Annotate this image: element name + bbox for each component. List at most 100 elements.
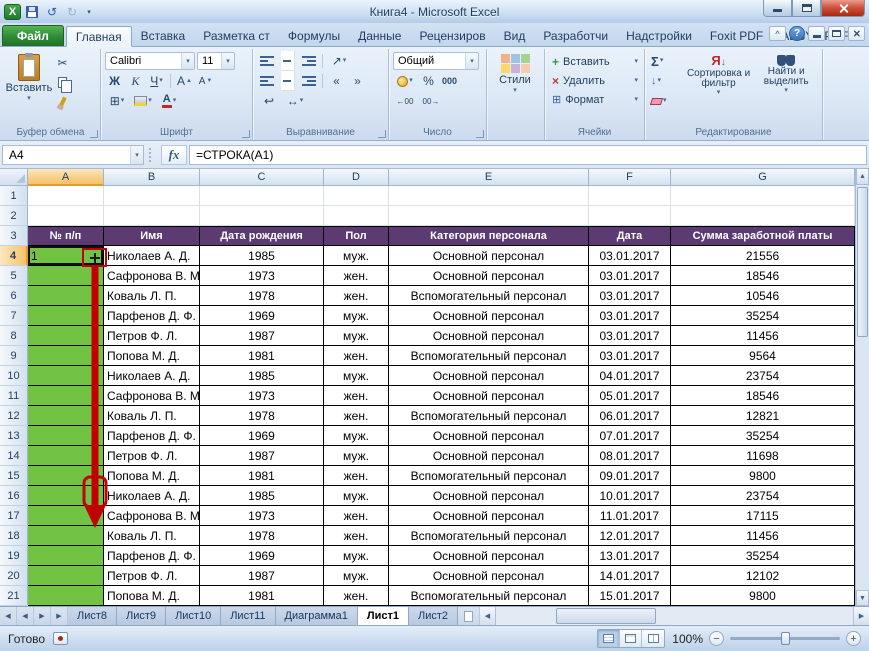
cell-A14[interactable] [28,446,104,466]
cell-C14[interactable]: 1987 [200,446,324,466]
cell-B17[interactable]: Сафронова В. М. [104,506,200,526]
cell-C9[interactable]: 1981 [200,346,324,366]
save-button[interactable] [23,3,41,21]
cell-A4[interactable]: 1 [28,246,104,266]
sheet-tab[interactable]: Лист1 [357,607,409,625]
align-top-button[interactable] [257,52,276,70]
cell-C7[interactable]: 1969 [200,306,324,326]
bold-button[interactable]: Ж [105,72,124,90]
cell-D19[interactable]: муж. [324,546,389,566]
cell-C4[interactable]: 1985 [200,246,324,266]
cell-A6[interactable] [28,286,104,306]
cell-A1[interactable] [28,186,104,206]
cell-E3[interactable]: Категория персонала [389,226,589,246]
zoom-level[interactable]: 100% [671,632,703,646]
workbook-close-button[interactable] [848,26,865,41]
macro-record-button[interactable] [53,632,69,645]
cell-F4[interactable]: 03.01.2017 [589,246,671,266]
cell-F10[interactable]: 04.01.2017 [589,366,671,386]
cell-A9[interactable] [28,346,104,366]
cell-B1[interactable] [104,186,200,206]
column-header-B[interactable]: B [104,169,200,186]
sheet-tab[interactable]: Лист2 [408,607,458,625]
row-header-12[interactable]: 12 [0,406,28,426]
cell-G1[interactable] [671,186,855,206]
cell-C2[interactable] [200,206,324,226]
sheet-tab[interactable]: Лист9 [117,607,167,625]
cell-C16[interactable]: 1985 [200,486,324,506]
collapse-ribbon-button[interactable]: ^ [769,26,786,41]
row-header-4[interactable]: 4 [0,246,28,266]
increase-decimal-button[interactable]: ←00 [393,92,417,110]
format-cells-button[interactable]: ⊞ Формат ▾ [549,90,641,109]
cell-D18[interactable]: жен. [324,526,389,546]
comma-style-button[interactable]: 000 [440,72,459,90]
ribbon-tab[interactable]: Вставка [132,25,195,46]
workbook-restore-button[interactable] [828,26,845,41]
sheet-tab[interactable]: Лист10 [166,607,222,625]
cell-G6[interactable]: 10546 [671,286,855,306]
cell-A19[interactable] [28,546,104,566]
cell-D16[interactable]: муж. [324,486,389,506]
row-header-5[interactable]: 5 [0,266,28,286]
cell-A18[interactable] [28,526,104,546]
cell-C19[interactable]: 1969 [200,546,324,566]
last-sheet-button[interactable]: ▶ [51,607,68,625]
cell-A21[interactable] [28,586,104,606]
cell-D11[interactable]: жен. [324,386,389,406]
sheet-tab[interactable]: Лист8 [68,607,118,625]
number-dialog-launcher[interactable] [476,130,484,138]
row-header-9[interactable]: 9 [0,346,28,366]
cell-B18[interactable]: Коваль Л. П. [104,526,200,546]
maximize-button[interactable] [792,0,821,17]
decrease-font-button[interactable]: А ▼ [196,72,215,90]
normal-view-button[interactable] [598,630,620,647]
zoom-slider-thumb[interactable] [781,632,790,645]
redo-button[interactable]: ↻ [63,3,81,21]
cell-F11[interactable]: 05.01.2017 [589,386,671,406]
cell-F16[interactable]: 10.01.2017 [589,486,671,506]
cell-A5[interactable] [28,266,104,286]
cell-G14[interactable]: 11698 [671,446,855,466]
sheet-tab[interactable]: Диаграмма1 [275,607,358,625]
increase-font-button[interactable]: А ▲ [175,72,194,90]
wrap-text-button[interactable]: ↩ [257,92,281,110]
scroll-down-button[interactable]: ▼ [856,590,869,606]
cell-E16[interactable]: Основной персонал [389,486,589,506]
ribbon-tab[interactable]: Формулы [279,25,349,46]
cell-F6[interactable]: 03.01.2017 [589,286,671,306]
ribbon-tab[interactable]: Надстройки [617,25,701,46]
cell-A13[interactable] [28,426,104,446]
underline-button[interactable]: Ч ▾ [147,72,166,90]
cell-E15[interactable]: Вспомогательный персонал [389,466,589,486]
format-painter-button[interactable] [53,92,72,110]
cell-G19[interactable]: 35254 [671,546,855,566]
row-header-3[interactable]: 3 [0,226,28,246]
align-middle-button[interactable] [278,51,297,71]
workbook-minimize-button[interactable] [808,26,825,41]
merge-center-button[interactable]: ↔ ▾ [283,92,307,110]
cell-F7[interactable]: 03.01.2017 [589,306,671,326]
number-format-select[interactable]: Общий ▾ [393,52,479,70]
font-dialog-launcher[interactable] [242,130,250,138]
cell-E13[interactable]: Основной персонал [389,426,589,446]
cell-D12[interactable]: жен. [324,406,389,426]
clear-button[interactable]: ▾ [649,92,683,110]
cell-D20[interactable]: муж. [324,566,389,586]
cell-C13[interactable]: 1969 [200,426,324,446]
cell-E7[interactable]: Основной персонал [389,306,589,326]
font-size-select[interactable]: 11 ▾ [197,52,235,70]
column-header-D[interactable]: D [324,169,389,186]
cell-F5[interactable]: 03.01.2017 [589,266,671,286]
row-header-6[interactable]: 6 [0,286,28,306]
decrease-indent-button[interactable]: « [327,72,346,90]
row-header-17[interactable]: 17 [0,506,28,526]
cell-D1[interactable] [324,186,389,206]
cut-button[interactable]: ✂ [53,54,72,72]
sheet-tab[interactable]: Лист11 [221,607,276,625]
cell-C11[interactable]: 1973 [200,386,324,406]
align-right-button[interactable] [299,72,318,90]
align-left-button[interactable] [257,72,276,90]
cell-G20[interactable]: 12102 [671,566,855,586]
formula-bar-grip[interactable] [149,147,156,162]
